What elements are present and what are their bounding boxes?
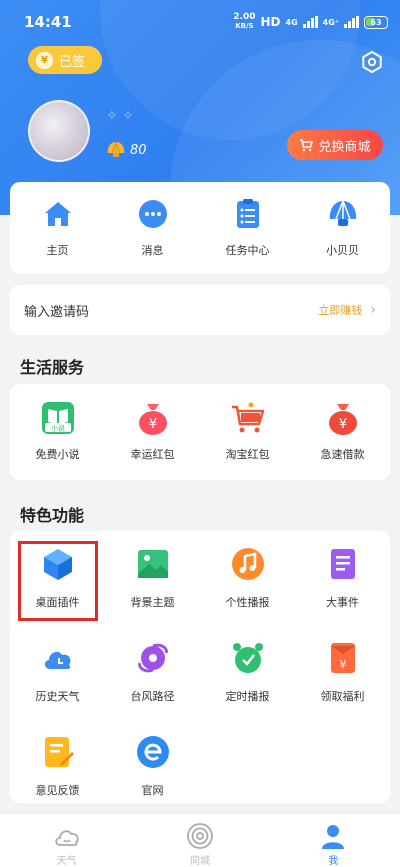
feature-personal-broadcast[interactable]: 个性播报: [200, 537, 295, 631]
tab-local[interactable]: 同城: [140, 814, 260, 867]
feedback-icon: [44, 737, 74, 767]
signal-label-1: 4G: [285, 17, 298, 27]
signal-bars-2-icon: [344, 16, 359, 28]
typhoon-icon: [137, 643, 168, 673]
loan-icon: ¥: [328, 404, 357, 435]
shell-count: 80: [106, 141, 147, 159]
life-item-novel[interactable]: 小说 免费小说: [14, 400, 102, 462]
avatar[interactable]: [28, 100, 90, 162]
feature-claim-benefits[interactable]: ¥ 领取福利: [295, 631, 390, 725]
home-icon: [44, 202, 71, 226]
tab-weather[interactable]: 天气: [7, 814, 127, 867]
shell-icon: [107, 141, 125, 157]
cloud-clock-icon: [44, 651, 70, 669]
feature-desktop-widget[interactable]: 桌面插件: [10, 537, 105, 631]
feature-major-events[interactable]: 大事件: [295, 537, 390, 631]
life-item-taobao-redpacket[interactable]: 淘宝红包: [204, 400, 292, 462]
signal-label-2: 4G⁺: [322, 17, 339, 27]
svg-text:¥: ¥: [339, 658, 346, 671]
feature-background-theme[interactable]: 背景主题: [105, 537, 200, 631]
feature-typhoon-path[interactable]: 台风路径: [105, 631, 200, 725]
signal-bars-1-icon: [302, 16, 318, 28]
feature-history-weather[interactable]: 历史天气: [10, 631, 105, 725]
quick-item-messages[interactable]: 消息: [113, 198, 193, 258]
earn-now-link[interactable]: 立即赚钱: [318, 302, 362, 318]
feature-scheduled-broadcast[interactable]: 定时播报: [200, 631, 295, 725]
coin-icon: ¥: [36, 51, 53, 69]
checkin-button[interactable]: ¥ 已签: [28, 46, 102, 74]
website-icon: [136, 736, 169, 768]
quick-item-shell[interactable]: 小贝贝: [303, 198, 383, 258]
highlight-box: [18, 541, 98, 621]
hd-indicator: HD: [260, 15, 281, 29]
net-speed: 2.00 KB/S: [233, 12, 256, 31]
shopping-cart-icon: [231, 402, 264, 433]
svg-text:¥: ¥: [338, 417, 346, 432]
checkin-label: 已签: [59, 54, 86, 70]
svg-text:小说: 小说: [51, 424, 65, 433]
message-icon: [138, 200, 167, 228]
music-icon: [231, 548, 264, 580]
nickname: ✧ ✧: [106, 108, 134, 124]
exchange-mall-button[interactable]: 兑换商城: [287, 130, 383, 160]
feature-official-website[interactable]: 官网: [105, 725, 200, 819]
document-icon: [330, 549, 355, 579]
money-bag-icon: ¥: [138, 404, 167, 435]
feature-feedback[interactable]: 意见反馈: [10, 725, 105, 819]
weather-tab-icon: [55, 830, 79, 846]
shell-icon: [329, 200, 356, 226]
local-tab-icon: [187, 823, 213, 849]
features-card: 桌面插件 背景主题 个性播报 大事件 历史天气 台风路径 定时播报 ¥ 领取福利…: [10, 531, 390, 803]
life-item-quick-loan[interactable]: ¥ 急速借款: [299, 400, 387, 462]
status-time: 14:41: [24, 13, 72, 31]
novel-icon: 小说: [41, 402, 74, 434]
image-icon: [137, 550, 168, 578]
tab-profile[interactable]: 我: [273, 814, 393, 867]
life-services-title: 生活服务: [20, 358, 85, 377]
status-bar: 14:41 2.00 KB/S HD 4G 4G⁺ 63: [0, 0, 400, 40]
profile-tab-icon: [322, 825, 345, 849]
invite-code-row[interactable]: 输入邀请码 立即赚钱 ›: [10, 285, 390, 335]
quick-item-home[interactable]: 主页: [18, 198, 98, 258]
battery-icon: 63: [364, 15, 388, 29]
chevron-right-icon: ›: [370, 302, 376, 318]
svg-text:¥: ¥: [148, 417, 156, 432]
bottom-tab-bar: 天气 同城 我: [0, 813, 400, 867]
quick-item-task-center[interactable]: 任务中心: [208, 198, 288, 258]
features-title: 特色功能: [20, 506, 85, 525]
settings-gear-icon[interactable]: [360, 50, 384, 74]
life-services-card: 小说 免费小说 ¥ 幸运红包 淘宝红包 ¥ 急速借款: [10, 384, 390, 480]
task-icon: [236, 199, 259, 228]
life-item-lucky-redpacket[interactable]: ¥ 幸运红包: [109, 400, 197, 462]
quick-menu-card: 主页 消息 任务中心 小贝贝: [10, 182, 390, 274]
alarm-clock-icon: [232, 643, 263, 673]
invite-code-label: 输入邀请码: [24, 304, 90, 320]
cart-icon: [300, 139, 314, 152]
red-envelope-icon: ¥: [330, 643, 355, 673]
